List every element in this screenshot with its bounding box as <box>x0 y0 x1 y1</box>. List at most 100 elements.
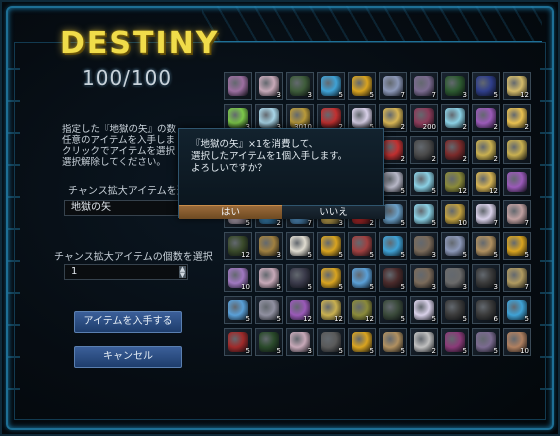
item-slot[interactable]: 7 <box>503 200 531 228</box>
item-slot[interactable]: 2 <box>441 136 469 164</box>
item-count: 5 <box>431 219 436 227</box>
item-slot[interactable]: 5 <box>472 72 500 100</box>
cancel-button[interactable]: キャンセル <box>74 346 182 368</box>
item-slot[interactable]: 3 <box>255 72 283 100</box>
item-count: 5 <box>369 251 374 259</box>
item-count: 5 <box>431 187 436 195</box>
item-slot[interactable]: 5 <box>472 328 500 356</box>
item-slot[interactable]: 5 <box>379 264 407 292</box>
item-slot[interactable]: 5 <box>379 232 407 260</box>
item-slot[interactable]: 2 <box>410 328 438 356</box>
item-slot[interactable]: 5 <box>286 232 314 260</box>
item-slot[interactable]: 5 <box>348 232 376 260</box>
item-count: 7 <box>524 219 529 227</box>
item-slot[interactable]: 5 <box>317 328 345 356</box>
item-slot[interactable]: 3 <box>286 72 314 100</box>
item-slot[interactable]: 5 <box>472 232 500 260</box>
item-count: 2 <box>493 123 498 131</box>
item-slot[interactable]: 5 <box>255 296 283 324</box>
spinner-arrows-icon[interactable]: ▲ ▼ <box>179 266 186 279</box>
item-slot[interactable]: 3 <box>255 232 283 260</box>
item-count: 5 <box>493 347 498 355</box>
item-slot[interactable]: 7 <box>503 264 531 292</box>
item-slot[interactable]: 5 <box>410 200 438 228</box>
item-slot[interactable]: 3 <box>410 232 438 260</box>
item-slot[interactable]: 2 <box>472 136 500 164</box>
item-slot[interactable]: 5 <box>255 328 283 356</box>
item-slot[interactable]: 5 <box>410 296 438 324</box>
item-slot[interactable]: 2 <box>441 104 469 132</box>
item-slot[interactable]: 200 <box>410 104 438 132</box>
item-count: 5 <box>338 91 343 99</box>
item-count: 5 <box>400 283 405 291</box>
item-count: 5 <box>462 251 467 259</box>
item-slot[interactable] <box>224 72 252 100</box>
item-slot[interactable]: 5 <box>441 296 469 324</box>
item-slot[interactable]: 10 <box>441 200 469 228</box>
item-slot[interactable]: 3 <box>410 264 438 292</box>
item-slot[interactable]: 2 <box>503 104 531 132</box>
item-slot[interactable]: 5 <box>348 264 376 292</box>
item-count: 5 <box>462 315 467 323</box>
item-count: 12 <box>365 315 374 323</box>
item-slot[interactable]: 12 <box>317 296 345 324</box>
item-slot[interactable]: 5 <box>317 264 345 292</box>
item-count: 3 <box>462 91 467 99</box>
item-count: 3 <box>307 91 312 99</box>
item-count: 5 <box>493 251 498 259</box>
item-slot[interactable]: 3 <box>286 328 314 356</box>
get-item-button[interactable]: アイテムを入手する <box>74 311 182 333</box>
item-slot[interactable]: 7 <box>472 200 500 228</box>
window-frame: DESTINY 100/100 指定した『地獄の矢』の数 任意のアイテムを入手し… <box>0 0 560 436</box>
item-slot[interactable] <box>503 168 531 196</box>
item-slot[interactable]: 5 <box>503 296 531 324</box>
item-slot[interactable]: 5 <box>441 328 469 356</box>
item-count: 3 <box>338 219 343 227</box>
item-slot[interactable]: 5 <box>224 296 252 324</box>
item-slot[interactable]: 7 <box>379 72 407 100</box>
confirm-yes-button[interactable]: はい <box>179 205 282 219</box>
item-slot[interactable]: 5 <box>503 232 531 260</box>
item-count: 5 <box>524 315 529 323</box>
top-decoration <box>202 6 542 42</box>
item-slot[interactable]: 10 <box>224 264 252 292</box>
item-slot[interactable] <box>503 136 531 164</box>
item-slot[interactable]: 5 <box>317 232 345 260</box>
spire-icon <box>507 140 527 160</box>
item-slot[interactable]: 12 <box>286 296 314 324</box>
item-slot[interactable]: 12 <box>348 296 376 324</box>
item-slot[interactable]: 5 <box>255 264 283 292</box>
item-count: 2 <box>369 219 374 227</box>
item-slot[interactable]: 12 <box>472 168 500 196</box>
item-slot[interactable]: 12 <box>503 72 531 100</box>
item-slot[interactable]: 3 <box>472 264 500 292</box>
item-count: 5 <box>400 315 405 323</box>
item-slot[interactable]: 3 <box>441 264 469 292</box>
confirm-no-button[interactable]: いいえ <box>282 205 385 219</box>
item-count: 3 <box>307 347 312 355</box>
item-slot[interactable]: 5 <box>441 232 469 260</box>
item-slot[interactable]: 5 <box>348 328 376 356</box>
item-slot[interactable]: 10 <box>503 328 531 356</box>
item-slot[interactable]: 7 <box>410 72 438 100</box>
item-slot[interactable]: 2 <box>472 104 500 132</box>
quantity-select[interactable]: 1 ▲ ▼ <box>64 264 188 280</box>
item-slot[interactable]: 2 <box>410 136 438 164</box>
item-slot[interactable]: 5 <box>317 72 345 100</box>
vase-icon <box>228 76 248 96</box>
item-slot[interactable]: 6 <box>472 296 500 324</box>
item-count: 3 <box>431 251 436 259</box>
item-slot[interactable]: 5 <box>410 168 438 196</box>
item-slot[interactable]: 5 <box>286 264 314 292</box>
item-slot[interactable]: 5 <box>224 328 252 356</box>
item-count: 2 <box>431 155 436 163</box>
item-slot[interactable]: 5 <box>348 72 376 100</box>
item-count: 3 <box>276 251 281 259</box>
chance-item-select[interactable]: 地獄の矢 <box>64 200 190 216</box>
item-slot[interactable]: 3 <box>441 72 469 100</box>
item-slot[interactable]: 12 <box>224 232 252 260</box>
item-slot[interactable]: 12 <box>441 168 469 196</box>
item-slot[interactable]: 5 <box>379 296 407 324</box>
item-slot[interactable]: 5 <box>379 328 407 356</box>
item-count: 5 <box>400 251 405 259</box>
